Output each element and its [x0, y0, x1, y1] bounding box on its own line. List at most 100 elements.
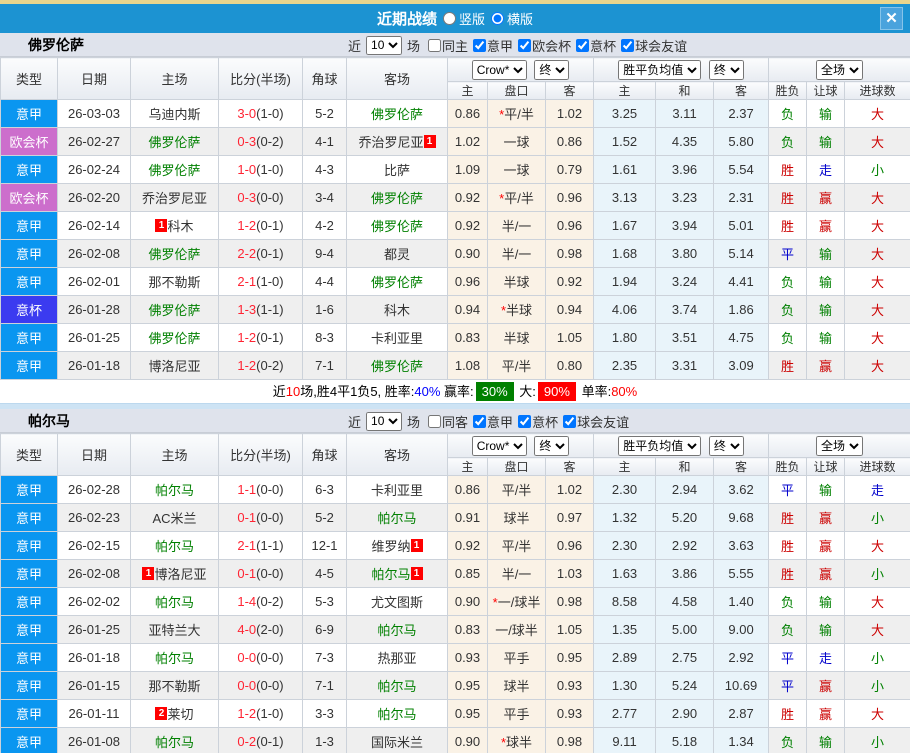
- league-badge: 意甲: [1, 240, 58, 268]
- handicap-cell: 平/半: [488, 532, 546, 560]
- away-team-cell: 都灵: [347, 240, 448, 268]
- filter-checkbox-同主[interactable]: 同主: [425, 36, 468, 55]
- crow-away-odds-cell: 0.98: [546, 728, 594, 753]
- filter-checkbox-球会友谊[interactable]: 球会友谊: [618, 36, 687, 55]
- avg-final-select[interactable]: 终: [709, 60, 744, 80]
- home-team-cell: 博洛尼亚: [131, 352, 219, 380]
- radio-horizontal-input[interactable]: [491, 12, 504, 25]
- section-header-fiorentina: 佛罗伦萨 近 10 场 同主意甲欧会杯意杯球会友谊: [0, 33, 910, 57]
- odds-source-select[interactable]: Crow*: [472, 436, 527, 456]
- filter-checkbox-意甲[interactable]: 意甲: [470, 36, 513, 55]
- table-row: 意甲 26-02-23 AC米兰 0-1(0-0) 5-2 帕尔马 0.91 球…: [1, 504, 910, 532]
- crow-home-odds-cell: 0.86: [448, 476, 488, 504]
- odds-source-select[interactable]: Crow*: [472, 60, 527, 80]
- radio-vertical-input[interactable]: [443, 12, 456, 25]
- result-handicap-cell: 输: [807, 476, 845, 504]
- home-team-cell: 佛罗伦萨: [131, 156, 219, 184]
- result-winlose-cell: 负: [769, 728, 807, 753]
- result-handicap-cell: 输: [807, 324, 845, 352]
- result-winlose-cell: 负: [769, 588, 807, 616]
- away-team-cell: 尤文图斯: [347, 588, 448, 616]
- corner-cell: 5-3: [303, 588, 347, 616]
- corner-cell: 5-2: [303, 100, 347, 128]
- filter-checkbox-input[interactable]: [473, 39, 486, 52]
- col-result-wl: 胜负: [769, 458, 807, 476]
- radio-vertical-label[interactable]: 竖版: [459, 9, 485, 28]
- close-icon[interactable]: ✕: [880, 7, 903, 30]
- filter-checkbox-input[interactable]: [518, 415, 531, 428]
- filter-checkbox-input[interactable]: [428, 39, 441, 52]
- avg-home-odds-cell: 1.35: [594, 616, 656, 644]
- score-cell: 0-0(0-0): [219, 644, 303, 672]
- summary-segment: 80%: [611, 384, 637, 399]
- result-winlose-cell: 负: [769, 100, 807, 128]
- section-header-parma: 帕尔马 近 10 场 同客意甲意杯球会友谊: [0, 409, 910, 433]
- avg-draw-odds-cell: 2.75: [656, 644, 714, 672]
- avg-away-odds-cell: 4.75: [714, 324, 769, 352]
- corner-cell: 6-9: [303, 616, 347, 644]
- avg-group-header: 胜平负均值 终: [594, 434, 769, 458]
- table-row: 意甲 26-02-15 帕尔马 2-1(1-1) 12-1 维罗纳1 0.92 …: [1, 532, 910, 560]
- crow-away-odds-cell: 0.93: [546, 672, 594, 700]
- handicap-cell: 平手: [488, 644, 546, 672]
- crow-home-odds-cell: 0.92: [448, 212, 488, 240]
- result-winlose-cell: 平: [769, 476, 807, 504]
- filter-checkbox-同客[interactable]: 同客: [425, 412, 468, 431]
- date-cell: 26-02-14: [58, 212, 131, 240]
- filter-bar: 近 10 场 同主意甲欧会杯意杯球会友谊: [345, 33, 687, 57]
- red-card-badge: 2: [155, 707, 167, 720]
- col-home: 主场: [131, 434, 219, 476]
- filter-checkbox-input[interactable]: [473, 415, 486, 428]
- date-cell: 26-02-24: [58, 156, 131, 184]
- odds-final-select[interactable]: 终: [534, 60, 569, 80]
- filter-checkbox-input[interactable]: [518, 39, 531, 52]
- corner-cell: 9-4: [303, 240, 347, 268]
- layout-radio-vertical[interactable]: 竖版: [443, 9, 485, 28]
- crow-home-odds-cell: 0.90: [448, 240, 488, 268]
- col-result-handicap: 让球: [807, 82, 845, 100]
- result-goals-cell: 大: [845, 352, 910, 380]
- score-cell: 0-3(0-2): [219, 128, 303, 156]
- col-odds-home: 主: [448, 82, 488, 100]
- avg-type-select[interactable]: 胜平负均值: [618, 60, 701, 80]
- filter-checkbox-意杯[interactable]: 意杯: [573, 36, 616, 55]
- result-handicap-cell: 赢: [807, 352, 845, 380]
- filter-checkbox-input[interactable]: [576, 39, 589, 52]
- col-avg-draw: 和: [656, 82, 714, 100]
- corner-cell: 6-3: [303, 476, 347, 504]
- score-cell: 3-0(1-0): [219, 100, 303, 128]
- crow-home-odds-cell: 0.86: [448, 100, 488, 128]
- filter-checkbox-球会友谊[interactable]: 球会友谊: [560, 412, 629, 431]
- league-badge: 意甲: [1, 728, 58, 753]
- result-winlose-cell: 胜: [769, 560, 807, 588]
- avg-type-select[interactable]: 胜平负均值: [618, 436, 701, 456]
- layout-radio-horizontal[interactable]: 横版: [491, 9, 533, 28]
- corner-cell: 4-5: [303, 560, 347, 588]
- red-card-badge: 1: [411, 567, 423, 580]
- filter-checkbox-input[interactable]: [428, 415, 441, 428]
- radio-horizontal-label[interactable]: 横版: [507, 9, 533, 28]
- filter-checkbox-意甲[interactable]: 意甲: [470, 412, 513, 431]
- filter-checkbox-input[interactable]: [621, 39, 634, 52]
- recent-count-select[interactable]: 10: [366, 36, 402, 55]
- away-team-cell: 佛罗伦萨: [347, 352, 448, 380]
- handicap-cell: 球半: [488, 504, 546, 532]
- filter-checkbox-意杯[interactable]: 意杯: [515, 412, 558, 431]
- recent-count-select[interactable]: 10: [366, 412, 402, 431]
- odds-final-select[interactable]: 终: [534, 436, 569, 456]
- avg-final-select[interactable]: 终: [709, 436, 744, 456]
- handicap-cell: *平/半: [488, 184, 546, 212]
- avg-home-odds-cell: 1.63: [594, 560, 656, 588]
- scope-select[interactable]: 全场: [816, 60, 863, 80]
- result-winlose-cell: 平: [769, 672, 807, 700]
- avg-home-odds-cell: 8.58: [594, 588, 656, 616]
- scope-select[interactable]: 全场: [816, 436, 863, 456]
- filter-checkbox-欧会杯[interactable]: 欧会杯: [515, 36, 571, 55]
- result-handicap-cell: 输: [807, 128, 845, 156]
- titlebar: 近期战绩 竖版 横版 ✕: [0, 4, 910, 33]
- filter-checkbox-input[interactable]: [563, 415, 576, 428]
- crow-away-odds-cell: 0.98: [546, 588, 594, 616]
- home-team-cell: 帕尔马: [131, 588, 219, 616]
- date-cell: 26-01-28: [58, 296, 131, 324]
- date-cell: 26-01-11: [58, 700, 131, 728]
